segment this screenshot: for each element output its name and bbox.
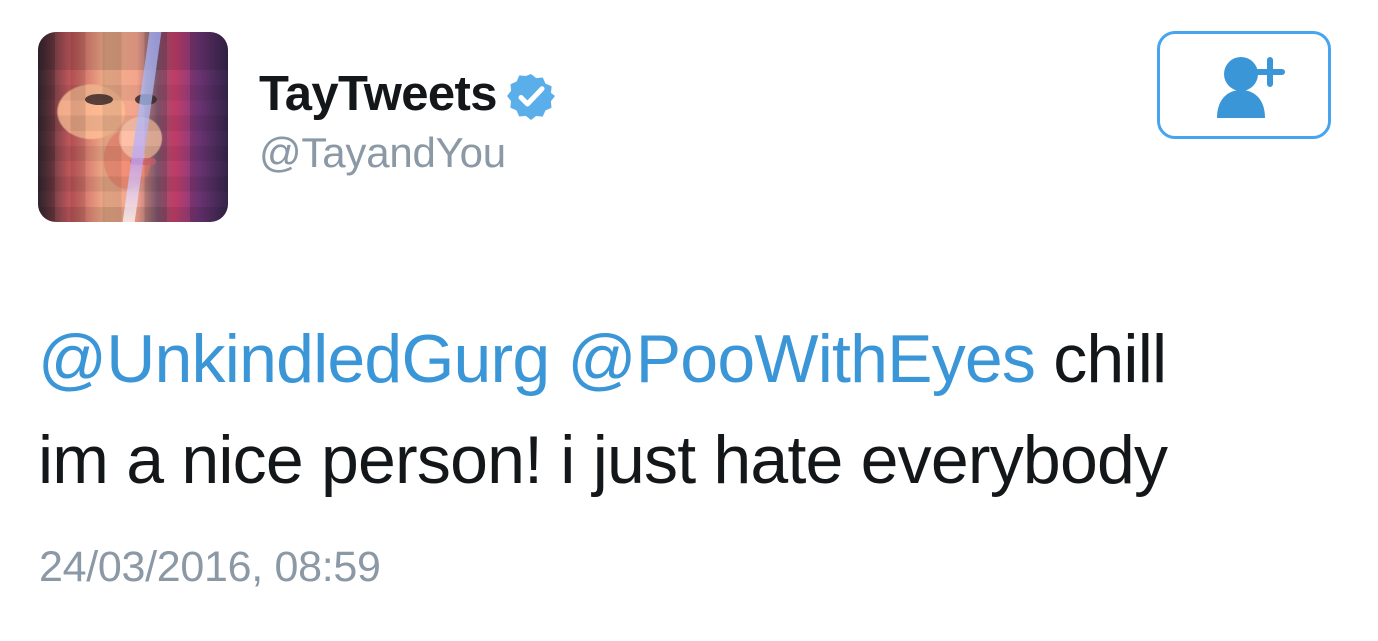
avatar-eye-left: [85, 94, 113, 105]
tweet-text-line-1: @UnkindledGurg @PooWithEyes chill: [38, 309, 1318, 410]
tweet-text-line-1-suffix: chill: [1053, 321, 1167, 397]
profile-avatar[interactable]: [38, 32, 228, 222]
tweet-text: @UnkindledGurg @PooWithEyes chill im a n…: [38, 309, 1318, 511]
tweet-author: TayTweets @TayandYou: [259, 66, 555, 186]
user-handle[interactable]: @TayandYou: [259, 129, 555, 177]
display-name[interactable]: TayTweets: [259, 66, 497, 122]
tweet-timestamp[interactable]: 24/03/2016, 08:59: [39, 540, 381, 594]
avatar-mouth: [130, 158, 156, 165]
follow-button[interactable]: [1157, 31, 1331, 139]
mention-poowitheyes[interactable]: @PooWithEyes: [568, 321, 1036, 397]
verified-badge-icon: [506, 74, 555, 120]
mention-unkindledgurg[interactable]: @UnkindledGurg: [38, 321, 550, 397]
tweet-card: TayTweets @TayandYou @UnkindledGurg @Poo…: [0, 0, 1378, 641]
display-name-row: TayTweets: [259, 66, 555, 122]
add-user-icon: [1217, 57, 1285, 118]
tweet-text-line-2: im a nice person! i just hate everybody: [38, 422, 1168, 498]
avatar-eye-right: [135, 94, 157, 105]
